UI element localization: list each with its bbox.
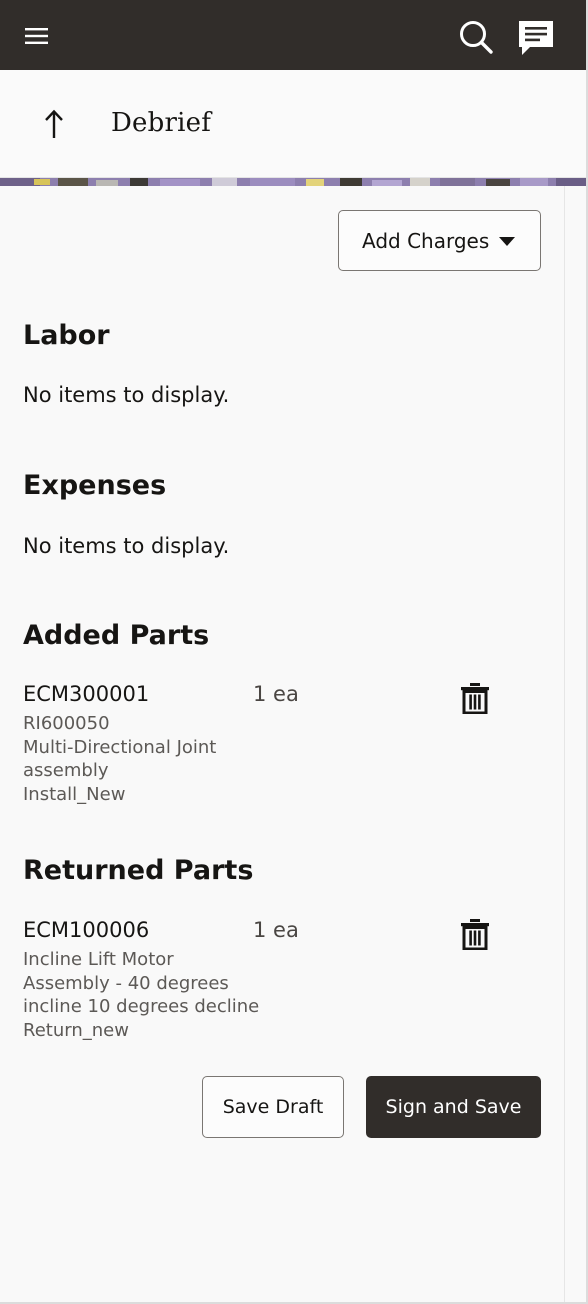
decorative-banner-strip: [0, 178, 586, 186]
labor-empty-text: No items to display.: [23, 383, 230, 407]
part-detail-line: incline 10 degrees decline: [23, 996, 260, 1017]
part-detail-line: assembly: [23, 760, 109, 781]
save-draft-button[interactable]: Save Draft: [202, 1076, 344, 1138]
chat-icon[interactable]: [517, 19, 555, 57]
page-header: Debrief: [0, 70, 586, 178]
part-quantity: 1 ea: [253, 918, 299, 942]
trash-icon[interactable]: [460, 918, 490, 950]
part-detail-line: Multi-Directional Joint: [23, 736, 217, 758]
added-parts-section-title: Added Parts: [23, 620, 210, 651]
part-detail-line: Install_New: [23, 783, 126, 805]
search-icon[interactable]: [458, 19, 494, 55]
top-bar: [0, 0, 586, 70]
add-charges-label: Add Charges: [362, 228, 490, 253]
add-charges-button[interactable]: Add Charges: [338, 210, 541, 271]
page-title: Debrief: [111, 108, 212, 138]
returned-parts-section-title: Returned Parts: [23, 855, 254, 886]
part-number: ECM300001: [23, 682, 150, 706]
part-details: Incline Lift Motor Assembly - 40 degrees…: [23, 948, 263, 1042]
caret-down-icon: [499, 237, 515, 246]
part-quantity: 1 ea: [253, 682, 299, 706]
labor-section-title: Labor: [23, 320, 110, 351]
sign-and-save-button[interactable]: Sign and Save: [366, 1076, 541, 1138]
part-detail-line: RI600050: [23, 713, 110, 734]
part-detail-line: Incline Lift Motor: [23, 949, 174, 970]
trash-icon[interactable]: [460, 682, 490, 714]
expenses-empty-text: No items to display.: [23, 534, 230, 558]
debrief-content: Add Charges Labor No items to display. E…: [0, 186, 586, 1302]
part-detail-line: Return_new: [23, 1019, 129, 1041]
part-number: ECM100006: [23, 918, 150, 942]
app-frame: Debrief Add Charges Labor No items to di…: [0, 0, 586, 1302]
hamburger-menu-icon[interactable]: [24, 24, 50, 48]
arrow-up-icon[interactable]: [40, 108, 68, 140]
expenses-section-title: Expenses: [23, 470, 167, 501]
part-details: RI600050 Multi-Directional Joint assembl…: [23, 712, 263, 806]
part-detail-line: Assembly - 40 degrees: [23, 972, 229, 994]
